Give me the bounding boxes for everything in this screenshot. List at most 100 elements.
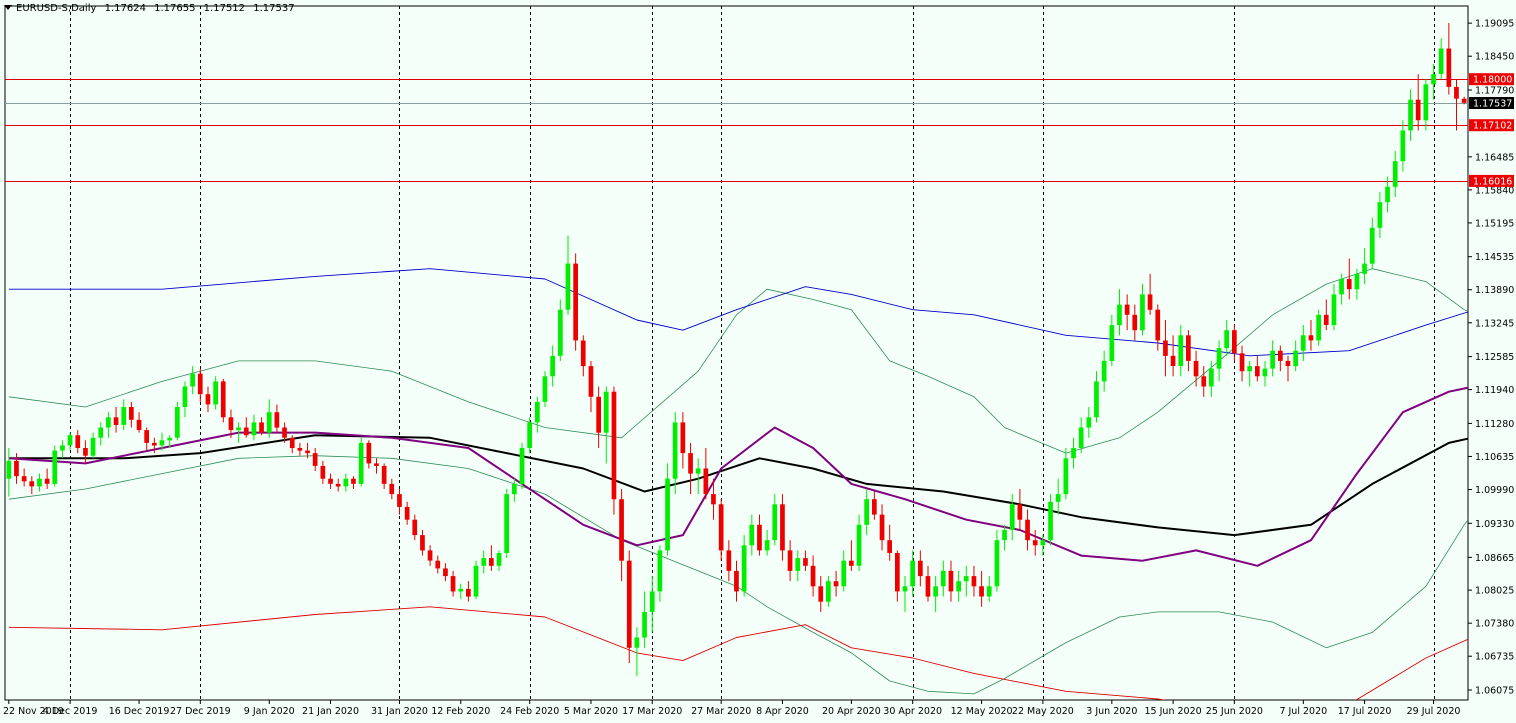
candle-body (213, 381, 218, 405)
candle-body (297, 448, 303, 451)
candle-body (688, 453, 693, 474)
open-value: 1.17624 (104, 3, 146, 14)
candle-body (565, 263, 571, 310)
candle-body (672, 422, 678, 479)
candle-body (933, 586, 938, 597)
candle-body (259, 422, 264, 433)
x-tick-label: 4 Dec 2019 (43, 706, 98, 717)
dropdown-triangle-icon[interactable] (4, 5, 12, 10)
candle-body (251, 422, 257, 436)
candle-body (703, 468, 709, 495)
candle-body (52, 450, 58, 484)
high-value: 1.17655 (154, 3, 196, 14)
candle-body (1385, 186, 1390, 203)
candle-body (979, 586, 984, 597)
candle-body (718, 504, 724, 551)
candle-body (427, 550, 433, 561)
candle-body (320, 465, 326, 479)
candle-body (780, 504, 785, 551)
candle-body (1346, 279, 1352, 290)
candle-body (1232, 330, 1237, 354)
candle-body (274, 412, 280, 428)
price-chart[interactable]: 1.190951.184501.177901.164851.158401.151… (0, 0, 1516, 723)
candle-body (1078, 427, 1084, 448)
candle-body (175, 407, 180, 438)
candle-body (420, 535, 425, 551)
x-tick-label: 5 Mar 2020 (564, 706, 618, 717)
candle-body (1124, 304, 1130, 315)
candle-body (1086, 417, 1092, 428)
candle-body (450, 576, 456, 592)
candle-body (948, 570, 954, 592)
candle-body (67, 435, 73, 446)
candle-body (1216, 348, 1222, 369)
candle-body (1316, 314, 1321, 341)
candle-body (397, 494, 402, 507)
y-tick-label: 1.08665 (1475, 553, 1514, 564)
candle-body (496, 553, 502, 566)
candle-body (1454, 86, 1459, 99)
candle-body (1040, 540, 1046, 546)
candle-body (856, 524, 862, 566)
candle-body (787, 550, 793, 571)
candle-body (1369, 227, 1375, 264)
candle-body (918, 560, 923, 577)
candle-body (358, 442, 364, 484)
candle-body (940, 570, 946, 587)
candle-body (243, 427, 249, 436)
candle-body (649, 591, 655, 612)
price-tag-label: 1.16016 (1473, 176, 1512, 187)
candle-body (1423, 84, 1429, 121)
candle-body (895, 553, 900, 592)
candle-body (1262, 368, 1268, 377)
y-tick-label: 1.09990 (1475, 485, 1514, 496)
candle-body (14, 460, 19, 477)
candle-body (810, 565, 816, 587)
candle-body (366, 442, 372, 464)
candle-body (282, 427, 287, 438)
candle-body (757, 524, 762, 551)
candle-body (879, 514, 885, 541)
candle-body (312, 453, 318, 466)
candle-body (550, 355, 555, 377)
candle-body (826, 581, 831, 602)
x-tick-label: 16 Dec 2019 (109, 706, 170, 717)
candle-body (665, 478, 670, 551)
candle-body (1032, 540, 1038, 546)
candle-body (197, 373, 203, 395)
candle-body (741, 545, 747, 592)
candle-body (190, 373, 195, 387)
candle-body (772, 504, 778, 541)
x-tick-label: 27 Mar 2020 (691, 706, 751, 717)
candle-body (1392, 161, 1398, 187)
candle-body (1109, 325, 1115, 361)
candle-body (795, 558, 801, 571)
candle-body (1270, 350, 1275, 369)
candle-body (542, 376, 548, 402)
candle-body (634, 637, 640, 648)
candle-body (994, 540, 1000, 587)
x-tick-label: 7 Jul 2020 (1279, 706, 1327, 717)
candle-body (1446, 48, 1452, 87)
candle-body (1170, 355, 1176, 366)
y-tick-label: 1.15195 (1475, 218, 1514, 229)
candle-body (1339, 279, 1344, 295)
candle-body (1117, 304, 1122, 326)
candle-body (152, 442, 157, 446)
candle-body (1308, 335, 1314, 341)
candle-body (1331, 294, 1337, 326)
x-tick-label: 3 Jun 2020 (1086, 706, 1137, 717)
candle-body (266, 412, 272, 433)
candle-body (136, 419, 142, 430)
candle-body (734, 570, 739, 592)
x-tick-label: 9 Jan 2020 (244, 706, 295, 717)
candle-body (596, 396, 601, 433)
candle-body (29, 481, 35, 487)
candle-body (902, 586, 908, 592)
candle-body (841, 560, 847, 587)
candle-body (626, 560, 632, 648)
x-tick-label: 17 Mar 2020 (622, 706, 682, 717)
candle-body (680, 422, 686, 454)
candle-body (98, 427, 104, 438)
candle-body (1293, 350, 1298, 367)
